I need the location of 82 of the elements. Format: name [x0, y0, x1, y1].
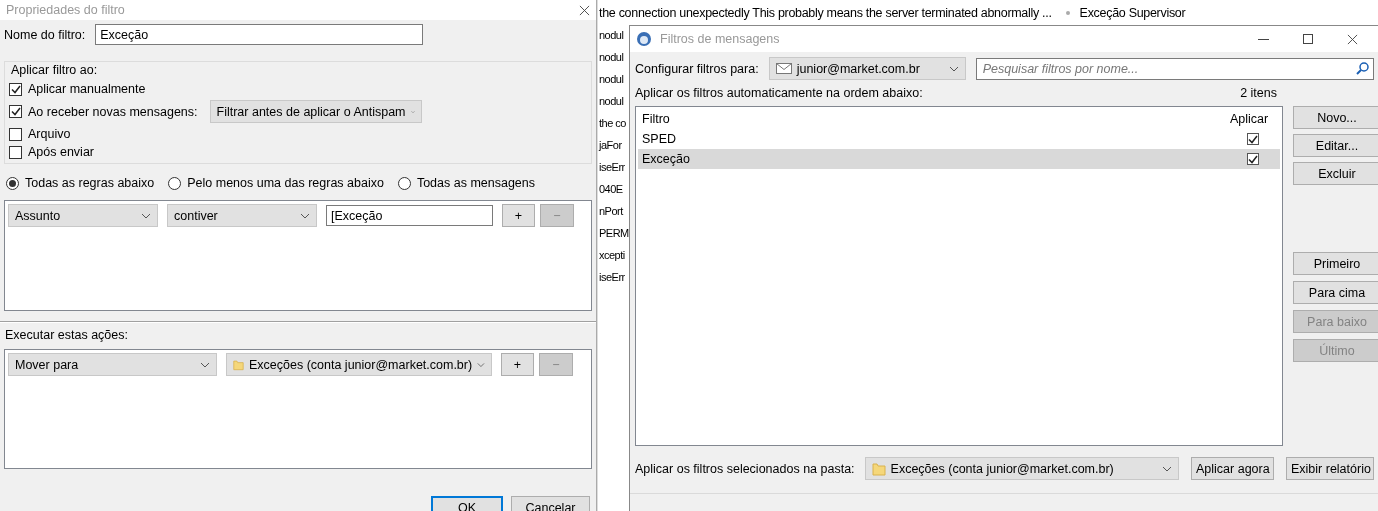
search-input[interactable]: Pesquisar filtros por nome...: [980, 60, 1356, 77]
folder-icon: [233, 357, 244, 372]
group-title: Aplicar filtro ao:: [11, 63, 99, 77]
checkbox-label: Ao receber novas mensagens:: [28, 104, 198, 119]
checkbox-label: Após enviar: [28, 145, 94, 159]
window-title: Propriedades do filtro: [6, 3, 126, 17]
checkbox[interactable]: [1247, 153, 1259, 165]
checkbox-label: Aplicar manualmente: [28, 82, 146, 96]
search-icon: [1356, 62, 1369, 75]
side-button[interactable]: Excluir: [1293, 162, 1378, 185]
radio-label: Todas as regras abaixo: [25, 176, 155, 190]
checkbox-label: Arquivo: [28, 127, 71, 141]
filter-name: Exceção: [642, 152, 691, 166]
section-label: Executar estas ações:: [4, 328, 129, 344]
envelope-icon: [775, 63, 792, 74]
checkbox[interactable]: [9, 105, 22, 118]
list-text: iseErr: [599, 271, 625, 283]
chevron-icon: [200, 361, 210, 368]
list-text: 040E: [599, 183, 623, 195]
account-dropdown[interactable]: junior@market.com.br: [768, 57, 966, 80]
list-text: nodul: [599, 29, 624, 41]
input-field[interactable]: [Exceção: [326, 205, 493, 226]
radio-button[interactable]: [397, 176, 411, 190]
list-text: PERM: [599, 227, 629, 239]
close-icon[interactable]: [1347, 33, 1358, 45]
radio-label: Pelo menos uma das regras abaixo: [187, 176, 384, 190]
list-text: nodul: [599, 73, 624, 85]
dropdown[interactable]: Assunto: [8, 204, 158, 227]
field-label: Configurar filtros para:: [635, 61, 759, 76]
dropdown[interactable]: Filtrar antes de aplicar o Antispam: [209, 100, 422, 123]
input-field[interactable]: Exceção: [95, 24, 424, 45]
chevron-icon: [948, 65, 959, 72]
checkbox[interactable]: [9, 82, 22, 96]
checkbox[interactable]: [1247, 133, 1259, 145]
search-field[interactable]: Pesquisar filtros por nome...: [975, 57, 1374, 80]
list-text: nodul: [599, 95, 624, 107]
list-text: xcepti: [599, 249, 625, 261]
filter-row[interactable]: Exceção: [638, 149, 1280, 169]
list-caption: Aplicar os filtros automaticamente na ordem abaixo:: [635, 86, 923, 100]
window-title: Filtros de mensagens: [660, 32, 781, 46]
chevron-icon: [300, 212, 310, 219]
show-log-button[interactable]: Exibir relatório: [1286, 457, 1374, 480]
list-text: Exceção Supervisor: [1079, 6, 1186, 20]
list-text: jaFor: [599, 139, 622, 151]
dot-icon: [1065, 11, 1070, 15]
field-label: Nome do filtro:: [4, 27, 86, 42]
checkbox[interactable]: [9, 127, 22, 141]
dropdown[interactable]: Mover para: [8, 353, 217, 376]
side-button[interactable]: Primeiro: [1293, 252, 1378, 275]
folder-icon: [871, 461, 886, 476]
side-button[interactable]: Editar...: [1293, 134, 1378, 157]
chevron-icon: [141, 212, 151, 219]
dropdown[interactable]: contiver: [167, 204, 317, 227]
maximize-icon[interactable]: [1303, 34, 1313, 44]
apply-now-button[interactable]: Aplicar agora: [1191, 457, 1274, 480]
chevron-icon: [1162, 465, 1172, 472]
filter-name: SPED: [642, 132, 678, 146]
list-text: the connection unexpectedly This probably means the server terminated abnormally ...: [599, 6, 1052, 20]
column-header[interactable]: Filtro: [642, 112, 1230, 126]
list-text: nPort: [599, 205, 623, 217]
radio-label: Todas as mensagens: [416, 176, 536, 190]
list-text: nodul: [599, 51, 624, 63]
close-icon[interactable]: [579, 4, 590, 16]
field-label: Aplicar os filtros selecionados na pasta:: [635, 461, 855, 476]
minimize-icon[interactable]: [1258, 38, 1269, 40]
list-text: the co: [599, 117, 626, 129]
radio-button[interactable]: [6, 176, 19, 190]
list-text: iseErr: [599, 161, 625, 173]
app-logo-icon: [636, 31, 652, 47]
side-button[interactable]: Para cima: [1293, 281, 1378, 304]
item-count: 2 itens: [1240, 86, 1277, 100]
side-button[interactable]: Novo...: [1293, 106, 1378, 129]
chevron-icon: [477, 361, 485, 368]
add-button[interactable]: +: [502, 204, 535, 227]
column-header[interactable]: Aplicar: [1230, 112, 1276, 126]
radio-button[interactable]: [168, 176, 182, 190]
folder-dropdown[interactable]: Exceções (conta junior@market.com.br): [864, 457, 1179, 480]
add-button[interactable]: +: [501, 353, 534, 376]
chevron-icon: [410, 108, 415, 115]
dropdown[interactable]: Exceções (conta junior@market.com.br): [226, 353, 492, 376]
checkbox[interactable]: [9, 145, 22, 159]
filter-row[interactable]: SPED: [638, 129, 1280, 149]
